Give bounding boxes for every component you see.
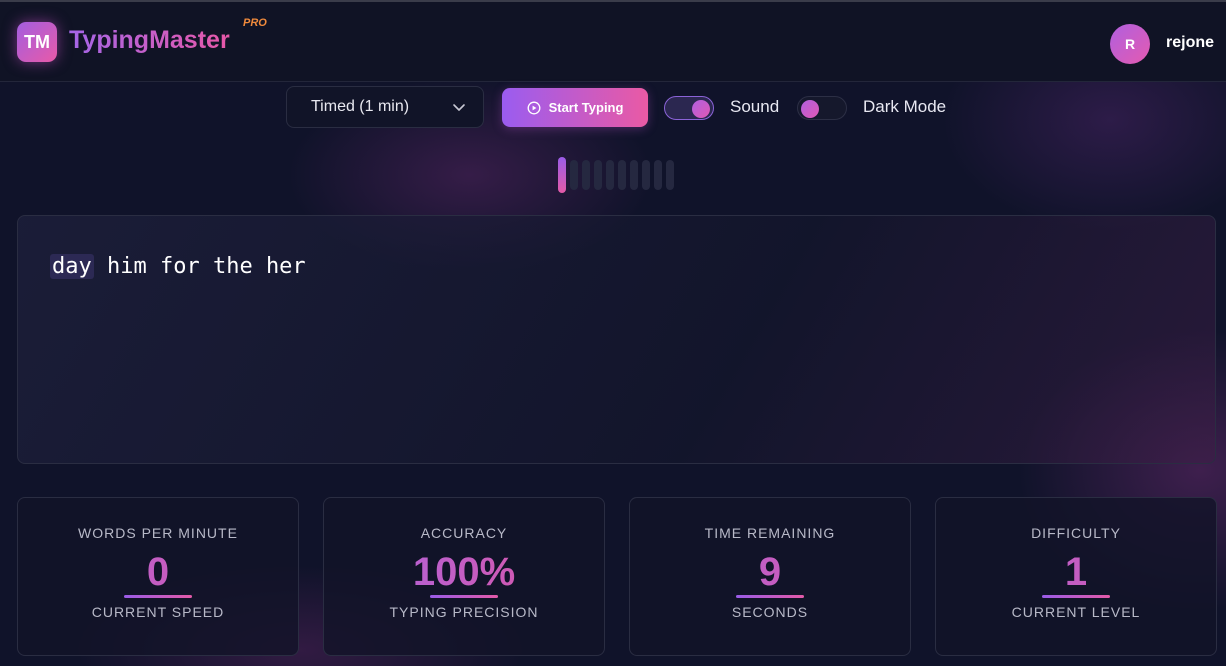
- stat-label: DIFFICULTY: [1031, 525, 1121, 541]
- progress-segment: [630, 160, 638, 190]
- word-display: day him for the her: [50, 254, 306, 279]
- start-typing-label: Start Typing: [548, 100, 624, 115]
- play-circle-icon: [527, 101, 541, 114]
- stat-label: TIME REMAINING: [704, 525, 836, 541]
- dark-mode-toggle-knob: [801, 100, 819, 118]
- mode-select[interactable]: Timed (1 min): [286, 86, 484, 128]
- progress-segment: [666, 160, 674, 190]
- progress-segment: [582, 160, 590, 190]
- sound-label: Sound: [730, 97, 780, 116]
- stat-value: 100%: [324, 550, 604, 595]
- stat-underline: [736, 595, 804, 598]
- progress-segment: [654, 160, 662, 190]
- chevron-down-icon: [453, 104, 465, 111]
- user-avatar[interactable]: R: [1110, 24, 1150, 64]
- stat-card-wpm: WORDS PER MINUTE 0 CURRENT SPEED: [17, 497, 299, 656]
- current-word: day: [50, 254, 94, 279]
- stat-sublabel: SECONDS: [731, 604, 809, 620]
- stat-sublabel: TYPING PRECISION: [389, 604, 539, 620]
- mode-select-value: Timed (1 min): [311, 98, 410, 115]
- dark-mode-toggle[interactable]: [797, 96, 847, 120]
- progress-segment: [570, 160, 578, 190]
- pro-badge: PRO: [243, 17, 267, 29]
- logo-badge[interactable]: TM: [17, 22, 57, 62]
- typing-area[interactable]: day him for the her: [17, 215, 1216, 464]
- sound-toggle-knob: [692, 100, 710, 118]
- dark-mode-label: Dark Mode: [863, 97, 947, 116]
- app-page: TM TypingMaster PRO R rejone Timed (1 mi…: [0, 0, 1226, 666]
- sound-toggle[interactable]: [664, 96, 714, 120]
- stat-value: 9: [630, 550, 910, 595]
- username[interactable]: rejone: [1166, 34, 1214, 52]
- upcoming-words: him for the her: [107, 254, 306, 279]
- start-typing-button[interactable]: Start Typing: [502, 88, 648, 127]
- progress-segment: [642, 160, 650, 190]
- stat-card-time-remaining: TIME REMAINING 9 SECONDS: [629, 497, 911, 656]
- stat-sublabel: CURRENT SPEED: [91, 604, 225, 620]
- brand-name[interactable]: TypingMaster: [69, 26, 230, 55]
- progress-segment: [606, 160, 614, 190]
- stat-underline: [430, 595, 498, 598]
- progress-indicator: [558, 157, 674, 193]
- stat-card-difficulty: DIFFICULTY 1 CURRENT LEVEL: [935, 497, 1217, 656]
- stat-label: ACCURACY: [420, 525, 508, 541]
- stat-value: 1: [936, 550, 1216, 595]
- progress-segment: [594, 160, 602, 190]
- stat-underline: [1042, 595, 1110, 598]
- progress-segment: [618, 160, 626, 190]
- progress-segment-active: [558, 157, 566, 193]
- stat-underline: [124, 595, 192, 598]
- stat-card-accuracy: ACCURACY 100% TYPING PRECISION: [323, 497, 605, 656]
- stat-value: 0: [18, 550, 298, 595]
- stat-label: WORDS PER MINUTE: [78, 525, 238, 541]
- stat-sublabel: CURRENT LEVEL: [1011, 604, 1141, 620]
- app-header: TM TypingMaster PRO R rejone: [0, 2, 1226, 82]
